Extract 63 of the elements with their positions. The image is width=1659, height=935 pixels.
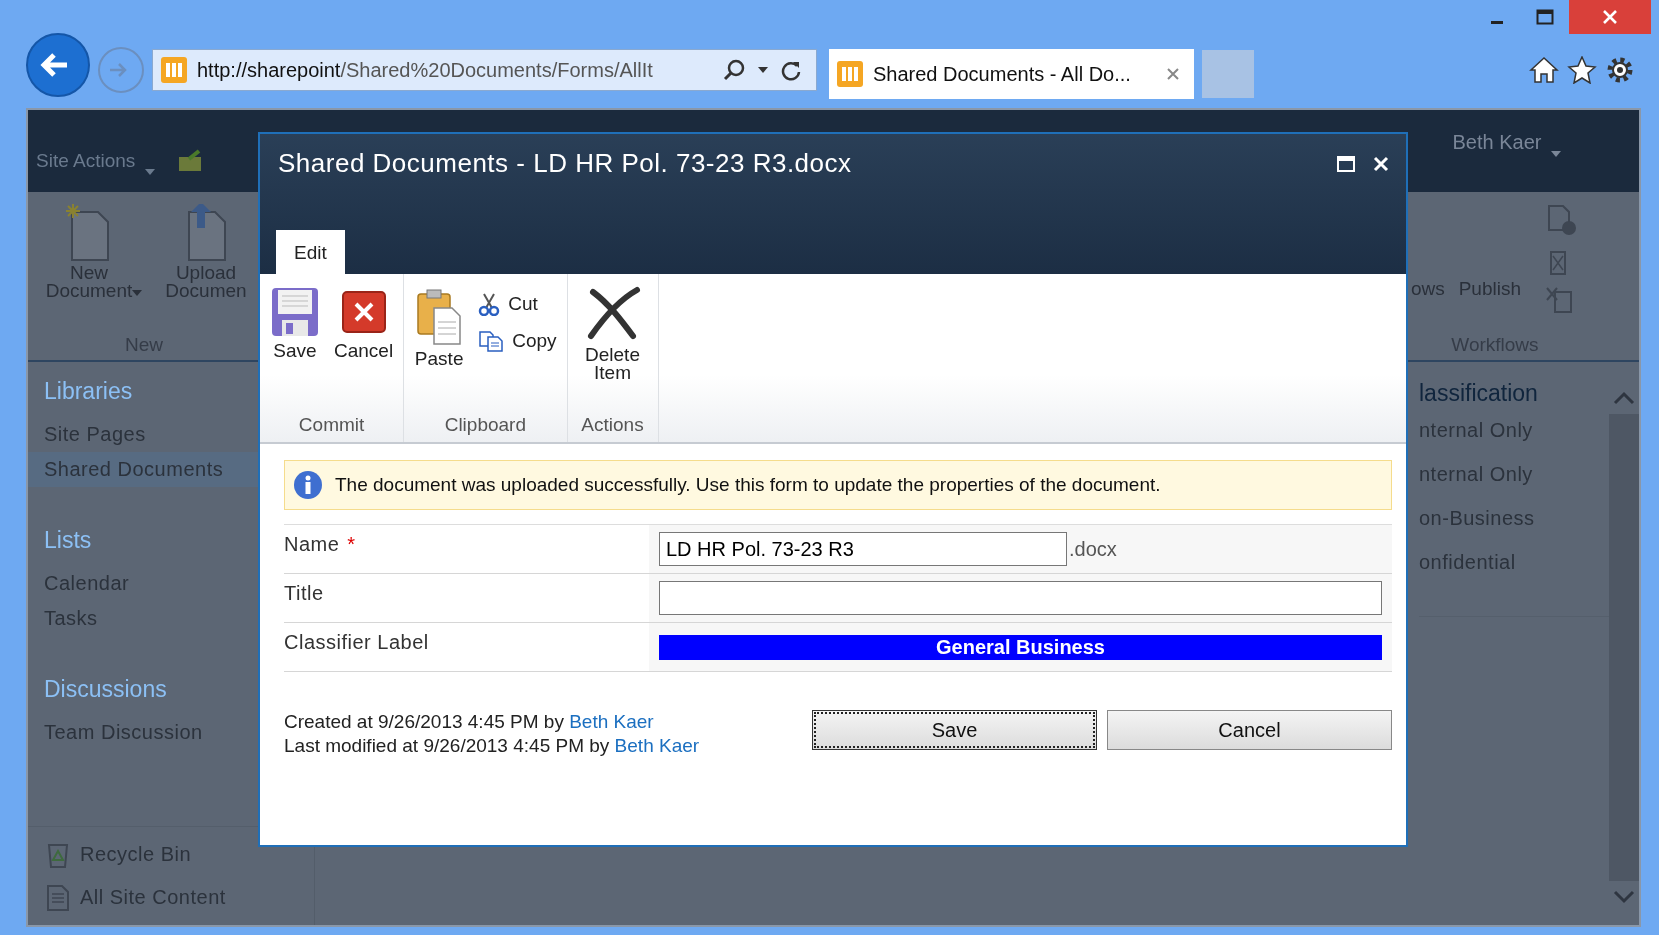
nav-link[interactable]: Recycle Bin	[80, 837, 192, 872]
table-cell-text: nternal Only	[1419, 419, 1534, 443]
close-icon	[1602, 9, 1618, 25]
browser-tab[interactable]: Shared Documents - All Do...	[829, 49, 1194, 99]
field-label: Title	[284, 582, 324, 606]
file-extension: .docx	[1069, 537, 1117, 561]
site-icon	[161, 57, 187, 83]
home-icon[interactable]	[1529, 56, 1559, 84]
classifier-label: General Business	[659, 634, 1382, 660]
document-icon	[46, 883, 70, 912]
close-button[interactable]	[1569, 0, 1651, 34]
settings-icon[interactable]	[1605, 55, 1635, 85]
ribbon-button[interactable]: New Document	[34, 204, 144, 300]
copy-icon	[478, 330, 505, 352]
created-info: Created at 9/26/2013 4:45 PM by Beth Kaer	[284, 710, 655, 734]
ribbon-button[interactable]: Cancel	[334, 286, 394, 414]
text-field[interactable]: LD HR Pol. 73-23 R3	[659, 532, 1067, 566]
user-link[interactable]: Beth Kaer	[614, 735, 700, 756]
required-marker: *	[347, 533, 356, 557]
table-cell-text: onfidential	[1419, 551, 1517, 575]
user-menu[interactable]: Beth Kaer	[1452, 131, 1561, 157]
chevron-down-icon	[1612, 889, 1636, 905]
refresh-icon[interactable]	[780, 59, 802, 81]
site-icon	[837, 61, 863, 87]
ribbon-button[interactable]: Upload Documen	[158, 204, 254, 300]
nav-link[interactable]: All Site Content	[80, 880, 226, 915]
ribbon-button[interactable]: Cut	[478, 292, 557, 316]
ribbon-button[interactable]: Publish	[1458, 280, 1521, 298]
save-button[interactable]: Save	[812, 710, 1097, 750]
dialog-title: Shared Documents - LD HR Pol. 73-23 R3.docx	[278, 148, 853, 179]
caret-icon	[144, 169, 155, 175]
ribbon-button[interactable]: Copy	[478, 330, 557, 352]
table-cell-text: nternal Only	[1419, 463, 1534, 487]
chevron-up-icon	[1612, 390, 1636, 406]
address-bar[interactable]: http://sharepoint/Shared%20Documents/Forms/AllIt	[152, 49, 817, 91]
close-icon[interactable]	[1372, 154, 1390, 173]
column-heading: lassification	[1419, 380, 1539, 407]
minimize-icon	[1491, 20, 1503, 24]
user-link[interactable]: Beth Kaer	[569, 711, 654, 732]
site-actions-menu[interactable]: Site Actions	[36, 149, 155, 175]
ribbon-button[interactable]: Paste	[414, 286, 465, 414]
scissors-icon	[478, 292, 501, 316]
cancel-button[interactable]: Cancel	[1107, 710, 1392, 750]
info-message: The document was uploaded successfully. Use this form to update the properties of the document.	[335, 474, 1161, 496]
search-icon[interactable]	[722, 58, 746, 82]
maximize-icon[interactable]	[1336, 154, 1356, 173]
field-label: Name	[284, 533, 340, 557]
text-field[interactable]	[659, 581, 1382, 615]
ribbon-group-label: Clipboard	[444, 414, 526, 436]
info-icon	[293, 470, 323, 500]
table-cell-text: on-Business	[1419, 507, 1536, 531]
caret-icon	[1551, 151, 1561, 157]
ribbon-button[interactable]: Delete Item	[577, 286, 648, 414]
ribbon-group-label: Actions	[581, 414, 644, 436]
ribbon-button[interactable]: ows	[1410, 280, 1445, 298]
modified-info: Last modified at 9/26/2013 4:45 PM by Beth Kaer	[284, 734, 701, 758]
ribbon-tab[interactable]: Edit	[276, 230, 345, 274]
ribbon-button[interactable]: Save	[270, 286, 320, 414]
ribbon-group-label: Commit	[298, 414, 365, 436]
star-icon[interactable]	[1567, 56, 1597, 84]
field-label: Classifier Label	[284, 631, 429, 655]
maximize-icon	[1536, 9, 1554, 25]
dropdown-icon[interactable]	[756, 65, 770, 75]
